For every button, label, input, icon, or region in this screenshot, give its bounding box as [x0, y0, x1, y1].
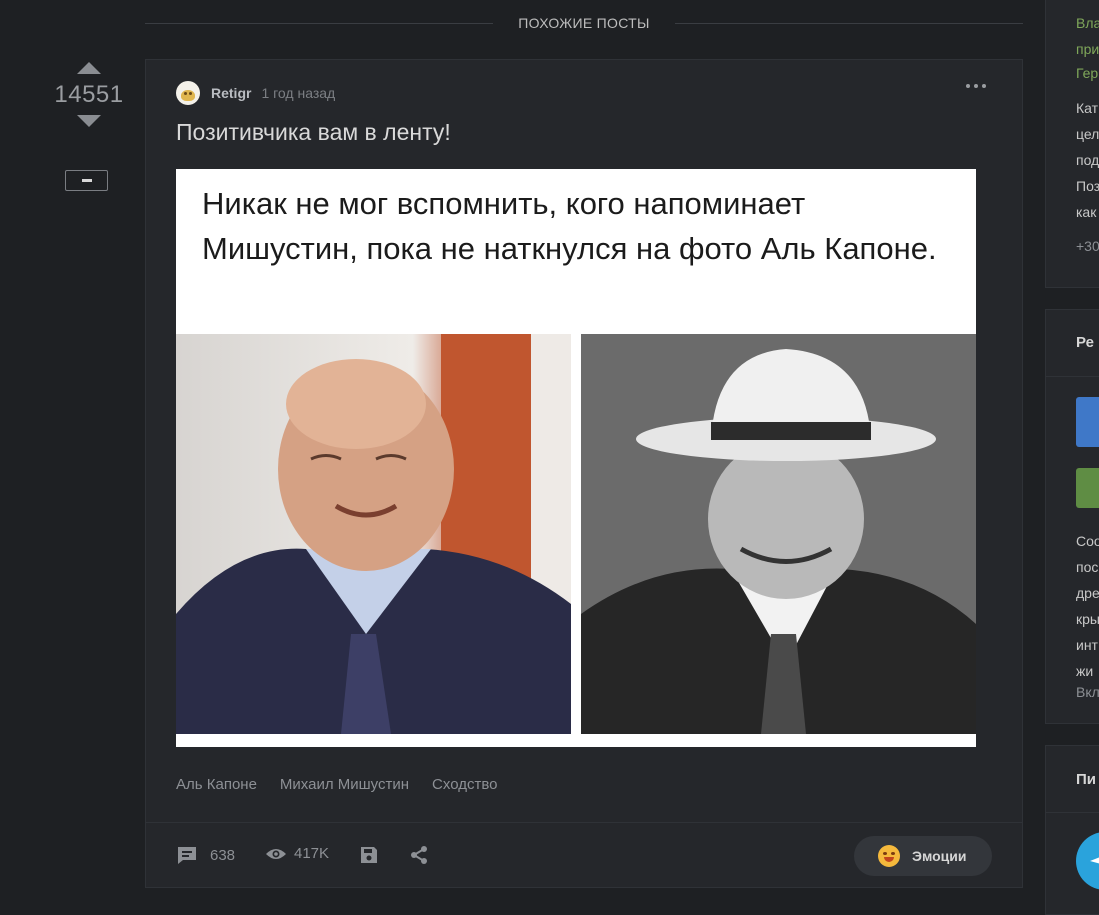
sidebar-link[interactable]: Вла: [1076, 10, 1099, 36]
avatar-blob: [181, 89, 195, 101]
rating-column: 14551: [50, 62, 128, 127]
divider: [1046, 812, 1099, 813]
rating-count: 14551: [54, 81, 124, 108]
photo-left-drawing: [176, 334, 571, 734]
more-dots-icon[interactable]: [966, 84, 986, 88]
arrow-up-icon[interactable]: [77, 62, 101, 74]
emotions-label: Эмоции: [912, 848, 967, 864]
sidebar-block-title: Пи: [1076, 771, 1097, 788]
eye-icon: [266, 848, 286, 859]
sidebar-text: Поз: [1076, 178, 1099, 194]
sidebar-text: как: [1076, 204, 1097, 220]
photo-right-drawing: [581, 334, 976, 734]
comments-button[interactable]: 638: [176, 845, 235, 865]
subscribe-button[interactable]: [1076, 468, 1099, 508]
minus-icon: [82, 179, 92, 182]
sidebar-text: дре: [1076, 585, 1099, 601]
sidebar-block-community: Ре Соо пос дре кры инт жи Вкл: [1045, 309, 1099, 724]
sidebar-text: Кат: [1076, 100, 1099, 116]
share-icon: [411, 846, 427, 864]
save-icon: [361, 847, 377, 863]
sidebar-block-related: Вла при Гер Кат цел под Поз как +30: [1045, 0, 1099, 288]
sidebar-text: Соо: [1076, 533, 1099, 549]
sidebar-count: +30: [1076, 238, 1099, 254]
sidebar-block-write: Пи: [1045, 745, 1099, 915]
post-footer: 638 417K Эмоции: [146, 822, 1022, 889]
comments-count: 638: [210, 846, 236, 864]
telegram-plane: [1090, 857, 1099, 864]
save-button[interactable]: [359, 845, 379, 865]
avatar[interactable]: [176, 80, 200, 105]
sidebar-text: инт: [1076, 637, 1098, 653]
image-caption: Никак не мог вспомнить, кого напоминает …: [202, 186, 937, 266]
community-avatar[interactable]: [1076, 397, 1099, 447]
tag[interactable]: Михаил Мишустин: [280, 776, 409, 793]
author-name[interactable]: Retigr: [211, 85, 251, 101]
sidebar-link[interactable]: Гер: [1076, 60, 1098, 86]
sidebar-link[interactable]: при: [1076, 36, 1099, 62]
sidebar-text: цел: [1076, 126, 1099, 142]
emoji-icon: [878, 845, 900, 867]
post-card: Retigr 1 год назад Позитивчика вам в лен…: [145, 59, 1023, 888]
post-title[interactable]: Позитивчика вам в ленту!: [176, 119, 451, 146]
divider: [1046, 376, 1099, 377]
collapse-post-button[interactable]: [65, 170, 108, 191]
header-divider-right: [675, 23, 1023, 24]
photo-right: [581, 334, 976, 734]
tags-list: Аль Капоне Михаил Мишустин Сходство: [176, 776, 498, 793]
post-image[interactable]: Никак не мог вспомнить, кого напоминает …: [176, 169, 976, 747]
comment-icon: [178, 847, 196, 864]
sidebar-text: под: [1076, 152, 1099, 168]
sidebar-more[interactable]: Вкл: [1076, 679, 1099, 705]
views-count: 417K: [294, 845, 330, 862]
views-stat: 417K: [265, 845, 329, 862]
post-author-row: Retigr 1 год назад: [176, 80, 335, 105]
arrow-down-icon[interactable]: [77, 115, 101, 127]
sidebar-block-title: Ре: [1076, 334, 1094, 351]
telegram-icon[interactable]: [1076, 832, 1099, 890]
emotions-button[interactable]: Эмоции: [854, 836, 992, 876]
post-time: 1 год назад: [261, 84, 336, 101]
similar-posts-header: ПОХОЖИЕ ПОСТЫ: [145, 8, 1023, 38]
tag[interactable]: Сходство: [432, 776, 497, 793]
sidebar-text: кры: [1076, 611, 1099, 627]
sidebar-text: пос: [1076, 559, 1099, 575]
share-button[interactable]: [409, 845, 429, 865]
tag[interactable]: Аль Капоне: [176, 776, 257, 793]
avatar-eye: [189, 91, 192, 95]
photo-left: [176, 334, 571, 734]
avatar-eye: [184, 91, 187, 95]
